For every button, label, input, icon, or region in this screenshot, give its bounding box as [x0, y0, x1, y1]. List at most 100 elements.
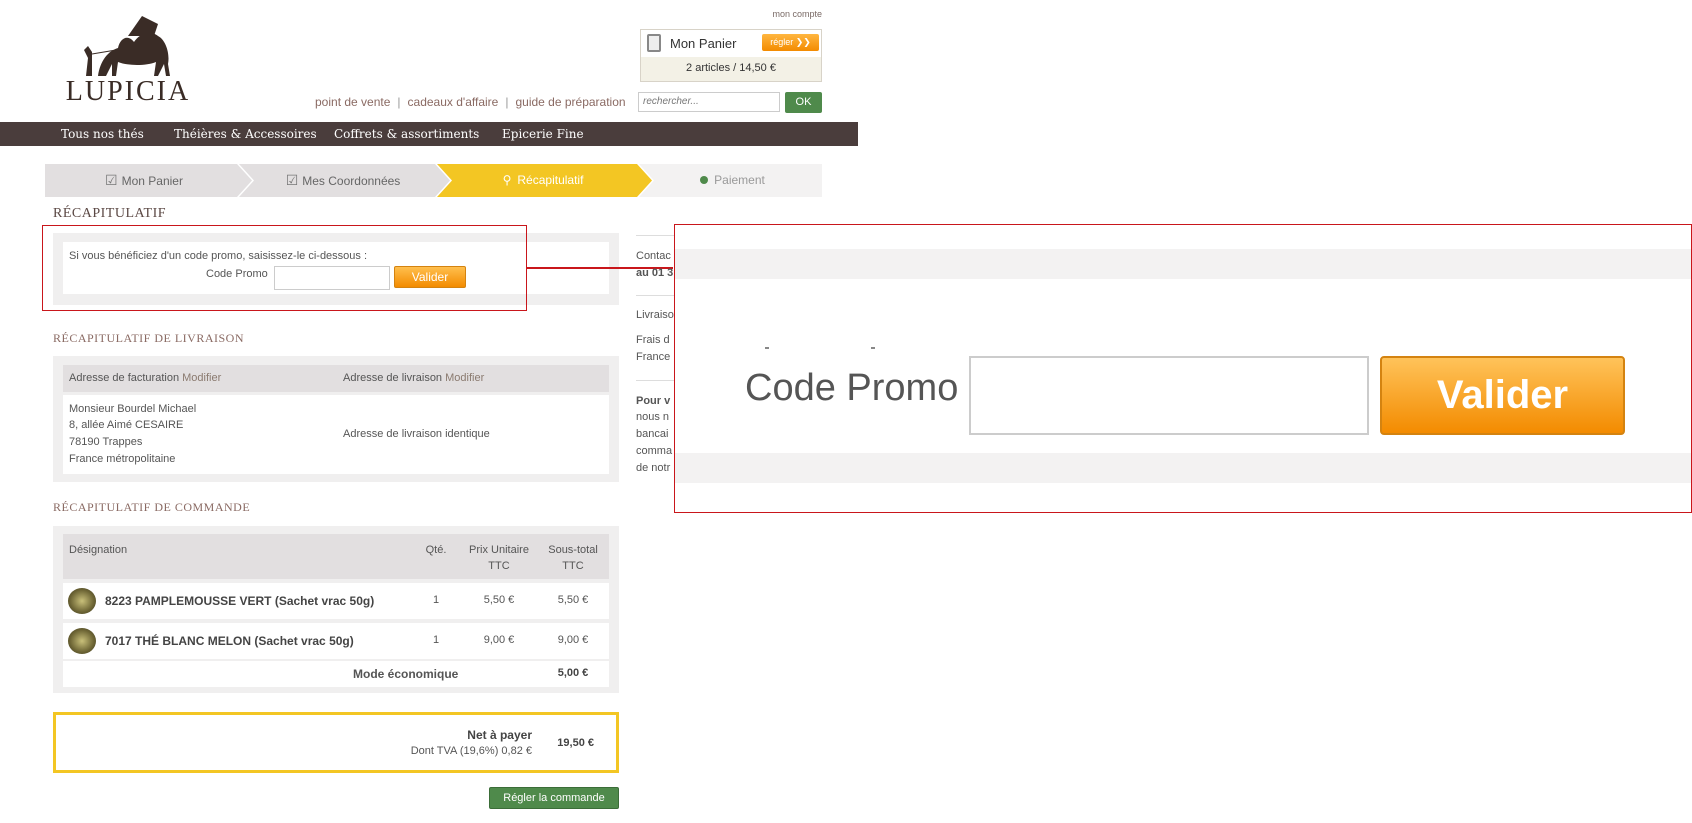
step-details-label: Mes Coordonnées: [302, 174, 401, 188]
shipping-cost: 5,00 €: [557, 667, 589, 679]
product-image[interactable]: [68, 628, 96, 654]
shipping-modify-link[interactable]: Modifier: [445, 372, 484, 384]
zoom-validate-button[interactable]: Valider: [1380, 356, 1625, 435]
sidebar-text: de notr: [636, 462, 671, 474]
col-unit-line2: TTC: [488, 560, 510, 572]
cart-top: Mon Panier régler ❯❯: [641, 30, 821, 57]
tva-text: Dont TVA (19,6%) 0,82 €: [410, 745, 532, 757]
zoom-promo-input[interactable]: [969, 356, 1369, 435]
row-sub: 9,00 €: [557, 634, 589, 646]
link-point-de-vente[interactable]: point de vente: [315, 95, 390, 109]
sidebar-text: nous n: [636, 411, 670, 423]
top-links: point de vente | cadeaux d'affaire | guide d…: [315, 95, 626, 109]
order-header: Désignation Qté. Prix Unitaire TTC Sous-t…: [63, 534, 609, 579]
cart-summary: 2 articles / 14,50 €: [686, 62, 776, 74]
row-sub: 5,50 €: [557, 594, 589, 606]
zoom-tick: [871, 347, 875, 349]
billing-line: 78190 Trappes: [69, 436, 143, 448]
zoom-callout: Code Promo Valider: [674, 224, 1692, 513]
sidebar-text: Contac: [636, 250, 671, 262]
step-cart-label: Mon Panier: [121, 174, 183, 188]
order-title: RÉCAPITULATIF DE COMMANDE: [53, 500, 251, 514]
nav-teapots[interactable]: Théières & Accessoires: [174, 127, 317, 141]
row-unit: 5,50 €: [483, 594, 515, 606]
divider: [636, 235, 676, 236]
col-subtotal: Sous-total TTC: [543, 542, 603, 574]
shipping-address: Adresse de livraison identique: [343, 428, 490, 440]
checkout-steps: ☑ Mon Panier ☑ Mes Coordonnées ⚲ Récapitula…: [45, 164, 822, 197]
checkbox-tick-icon: ☑: [285, 172, 299, 188]
account-link[interactable]: mon compte: [700, 9, 822, 19]
col-unit-price: Prix Unitaire TTC: [459, 542, 539, 574]
total-value: 19,50 €: [557, 737, 594, 749]
address-box: Monsieur Bourdel Michael 8, allée Aimé C…: [63, 395, 609, 474]
sidebar-text: au 01 3: [636, 267, 674, 279]
divider: [636, 380, 676, 381]
nav-epicerie[interactable]: Epicerie Fine: [502, 127, 584, 141]
checkbox-tick-icon: ☑: [105, 172, 118, 188]
location-pin-icon: ⚲: [502, 173, 512, 187]
step-cart[interactable]: ☑ Mon Panier: [45, 164, 243, 197]
cart-checkout-button[interactable]: régler ❯❯: [762, 34, 819, 51]
divider: [636, 295, 676, 296]
zoom-tick: [765, 347, 769, 349]
sidebar-text: bancai: [636, 428, 669, 440]
table-row: 7017 THÉ BLANC MELON (Sachet vrac 50g) 1…: [63, 623, 609, 659]
billing-label: Adresse de facturation: [69, 372, 180, 384]
shipping-label: Adresse de livraison: [343, 372, 443, 384]
delivery-section: Adresse de facturation Modifier Adresse …: [53, 356, 619, 482]
step-payment: Paiement: [643, 164, 822, 197]
nav-teas[interactable]: Tous nos thés: [61, 127, 144, 141]
main-nav: Tous nos thés Théières & Accessoires Cof…: [0, 122, 858, 146]
search-input[interactable]: rechercher...: [638, 92, 780, 112]
sidebar-text: Frais d: [636, 334, 670, 346]
step-details[interactable]: ☑ Mes Coordonnées: [243, 164, 443, 197]
col-sub-line1: Sous-total: [548, 544, 598, 556]
sidebar-text: France: [636, 351, 671, 363]
shipping-header: Adresse de livraison Modifier: [343, 372, 484, 384]
col-qty: Qté.: [425, 544, 447, 556]
product-image[interactable]: [68, 588, 96, 614]
step-summary-label: Récapitulatif: [517, 173, 584, 187]
zoom-band: [675, 249, 1691, 279]
zoom-band: [675, 453, 1691, 483]
product-name[interactable]: 8223 PAMPLEMOUSSE VERT (Sachet vrac 50g): [105, 594, 374, 608]
shopping-bag-icon: [647, 34, 661, 52]
product-name[interactable]: 7017 THÉ BLANC MELON (Sachet vrac 50g): [105, 634, 354, 648]
delivery-title: RÉCAPITULATIF DE LIVRAISON: [53, 331, 244, 345]
logo-text[interactable]: LUPICIA: [58, 76, 198, 108]
net-label: Net à payer: [467, 728, 532, 742]
step-summary: ⚲ Récapitulatif: [443, 164, 643, 197]
row-unit: 9,00 €: [483, 634, 515, 646]
col-designation: Désignation: [69, 544, 128, 556]
zoom-promo-label: Code Promo: [745, 367, 959, 409]
billing-line: 8, allée Aimé CESAIRE: [69, 419, 184, 431]
billing-header: Adresse de facturation Modifier: [69, 372, 221, 384]
col-sub-line2: TTC: [562, 560, 584, 572]
col-unit-line1: Prix Unitaire: [469, 544, 529, 556]
shipping-row: Mode économique 5,00 €: [63, 661, 609, 687]
search-button[interactable]: OK: [785, 92, 822, 113]
dot-icon: [700, 176, 709, 184]
billing-line: France métropolitaine: [69, 453, 176, 465]
nav-boxes[interactable]: Coffrets & assortiments: [334, 127, 479, 141]
link-guide[interactable]: guide de préparation: [515, 95, 625, 109]
step-payment-label: Paiement: [714, 173, 765, 187]
total-box: Net à payer Dont TVA (19,6%) 0,82 € 19,5…: [53, 712, 619, 773]
billing-modify-link[interactable]: Modifier: [182, 372, 221, 384]
page-title: RÉCAPITULATIF: [53, 206, 167, 221]
billing-line: Monsieur Bourdel Michael: [69, 403, 197, 415]
table-row: 8223 PAMPLEMOUSSE VERT (Sachet vrac 50g)…: [63, 583, 609, 619]
delivery-header: Adresse de facturation Modifier Adresse …: [63, 365, 609, 392]
link-cadeaux[interactable]: cadeaux d'affaire: [408, 95, 499, 109]
row-qty: 1: [432, 634, 440, 646]
sidebar-text: Pour v: [636, 395, 671, 407]
highlight-frame: [42, 225, 527, 311]
order-section: Désignation Qté. Prix Unitaire TTC Sous-t…: [53, 526, 619, 693]
row-qty: 1: [432, 594, 440, 606]
cart-widget: Mon Panier régler ❯❯ 2 articles / 14,50 …: [640, 29, 822, 82]
sidebar-text: Livraiso: [636, 309, 674, 321]
cart-title[interactable]: Mon Panier: [670, 36, 736, 51]
place-order-button[interactable]: Régler la commande: [489, 787, 619, 809]
sidebar-text: comma: [636, 445, 673, 457]
